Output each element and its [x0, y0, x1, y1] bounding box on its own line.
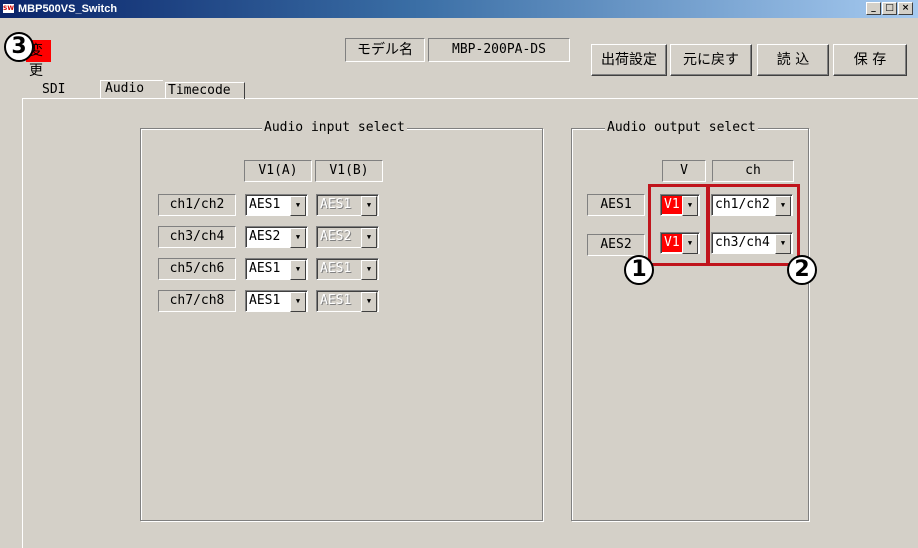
- input-select-value: AES1: [320, 197, 352, 212]
- input-row-label: ch7/ch8: [158, 290, 236, 312]
- window-title: MBP500VS_Switch: [18, 3, 118, 15]
- col-header-ch: ch: [712, 160, 794, 182]
- app-icon: SW: [2, 3, 15, 14]
- dropdown-arrow-icon: ▼: [290, 196, 306, 216]
- dropdown-arrow-icon: ▼: [290, 228, 306, 248]
- output-row-label: AES1: [587, 194, 645, 216]
- input-select-v1b: AES1 ▼: [316, 258, 379, 280]
- callout-2: 2: [787, 255, 817, 285]
- factory-settings-label: 出荷設定: [601, 52, 657, 68]
- dropdown-arrow-icon: ▼: [361, 260, 377, 280]
- maximize-button[interactable]: □: [882, 2, 897, 15]
- save-button[interactable]: 保 存: [833, 44, 907, 76]
- col-header-v1b: V1(B): [315, 160, 383, 182]
- input-select-value: AES1: [249, 197, 281, 212]
- input-row-label: ch3/ch4: [158, 226, 236, 248]
- input-select-value: AES2: [320, 229, 352, 244]
- input-select-v1b: AES2 ▼: [316, 226, 379, 248]
- callout-frame-2: [706, 184, 800, 266]
- tab-timecode[interactable]: Timecode: [165, 82, 245, 99]
- audio-input-group: [140, 128, 543, 521]
- minimize-button[interactable]: _: [866, 2, 881, 15]
- input-row-label: ch5/ch6: [158, 258, 236, 280]
- read-label: 読 込: [776, 52, 810, 68]
- factory-settings-button[interactable]: 出荷設定: [591, 44, 667, 76]
- input-select-v1a[interactable]: AES1 ▼: [245, 258, 308, 280]
- dropdown-arrow-icon: ▼: [361, 292, 377, 312]
- title-bar[interactable]: SW MBP500VS_Switch _ □ ×: [0, 0, 918, 18]
- dropdown-arrow-icon: ▼: [361, 228, 377, 248]
- output-row-label: AES2: [587, 234, 645, 256]
- input-select-value: AES1: [249, 293, 281, 308]
- audio-input-title: Audio input select: [262, 120, 407, 136]
- input-select-v1a[interactable]: AES1 ▼: [245, 194, 308, 216]
- dropdown-arrow-icon: ▼: [361, 196, 377, 216]
- input-select-v1a[interactable]: AES2 ▼: [245, 226, 308, 248]
- audio-output-title: Audio output select: [605, 120, 758, 136]
- model-label: モデル名: [345, 38, 425, 62]
- dropdown-arrow-icon: ▼: [290, 260, 306, 280]
- callout-1: 1: [624, 255, 654, 285]
- tab-audio[interactable]: Audio: [100, 80, 163, 99]
- close-button[interactable]: ×: [898, 2, 913, 15]
- input-row-label: ch1/ch2: [158, 194, 236, 216]
- dropdown-arrow-icon: ▼: [290, 292, 306, 312]
- tab-sdi[interactable]: SDI: [36, 82, 94, 99]
- input-select-value: AES1: [249, 261, 281, 276]
- input-select-value: AES1: [320, 261, 352, 276]
- model-value: MBP-200PA-DS: [428, 38, 570, 62]
- input-select-v1b: AES1 ▼: [316, 194, 379, 216]
- save-label: 保 存: [853, 52, 887, 68]
- revert-label: 元に戻す: [683, 52, 739, 68]
- input-select-v1b: AES1 ▼: [316, 290, 379, 312]
- revert-button[interactable]: 元に戻す: [670, 44, 752, 76]
- read-button[interactable]: 読 込: [757, 44, 829, 76]
- input-select-v1a[interactable]: AES1 ▼: [245, 290, 308, 312]
- col-header-v: V: [662, 160, 706, 182]
- input-select-value: AES1: [320, 293, 352, 308]
- callout-frame-1: [648, 184, 710, 266]
- col-header-v1a: V1(A): [244, 160, 312, 182]
- input-select-value: AES2: [249, 229, 281, 244]
- callout-3: 3: [4, 32, 34, 62]
